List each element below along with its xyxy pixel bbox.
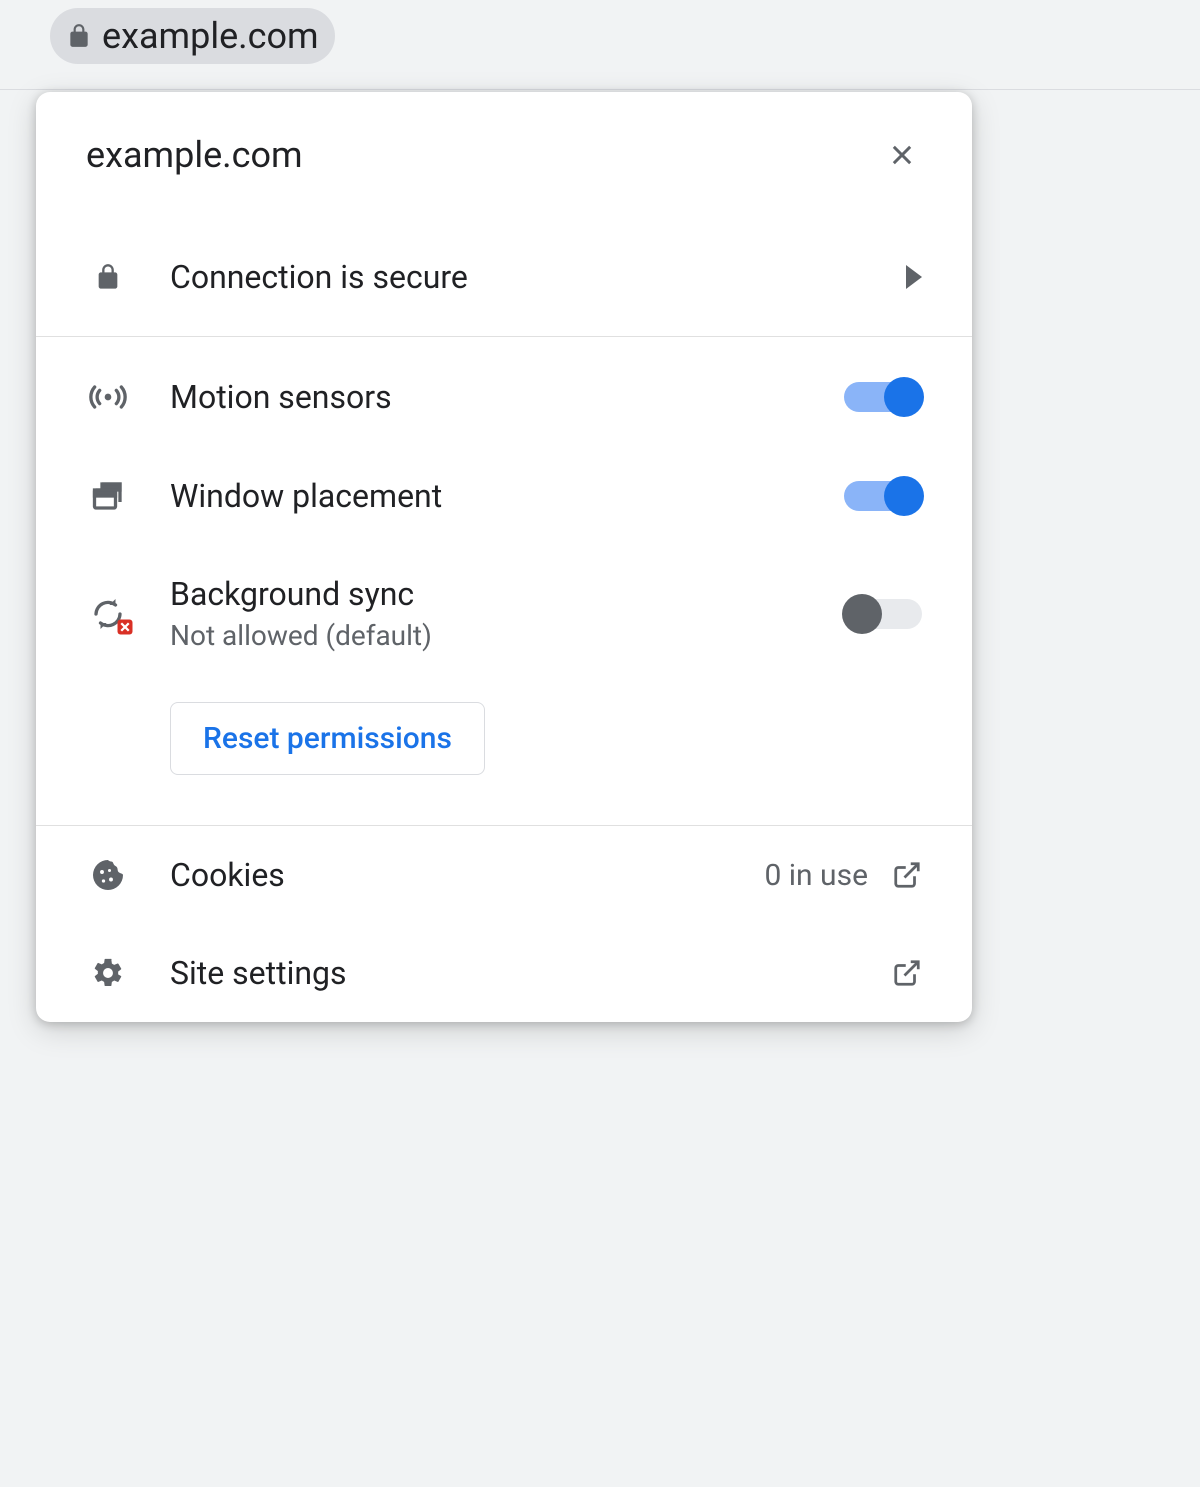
window-placement-icon — [90, 478, 126, 514]
close-icon — [888, 141, 916, 169]
permission-row-background-sync: Background sync Not allowed (default) — [36, 545, 972, 682]
external-link-icon — [892, 958, 922, 988]
permission-label: Background sync — [170, 575, 844, 613]
permission-sublabel: Not allowed (default) — [170, 619, 844, 652]
permission-label: Motion sensors — [170, 378, 844, 416]
close-button[interactable] — [882, 135, 922, 175]
gear-icon — [91, 956, 125, 990]
chevron-right-icon — [906, 265, 922, 289]
connection-label: Connection is secure — [170, 258, 906, 296]
toggle-window-placement[interactable] — [844, 481, 922, 511]
cookies-status: 0 in use — [764, 858, 868, 893]
site-settings-label: Site settings — [170, 954, 892, 992]
cookies-label: Cookies — [170, 856, 764, 894]
blocked-badge-icon — [116, 618, 134, 636]
lock-icon — [66, 20, 92, 52]
permission-row-window-placement: Window placement — [36, 447, 972, 545]
cookie-icon — [90, 857, 126, 893]
toggle-motion-sensors[interactable] — [844, 382, 922, 412]
site-info-popup: example.com Connection is secure — [36, 92, 972, 1022]
reset-permissions-button[interactable]: Reset permissions — [170, 702, 485, 775]
popup-title: example.com — [86, 134, 303, 176]
address-bar[interactable]: example.com — [50, 8, 335, 64]
permission-label: Window placement — [170, 477, 844, 515]
cookies-row[interactable]: Cookies 0 in use — [36, 826, 972, 924]
lock-icon — [94, 260, 122, 294]
toggle-background-sync[interactable] — [844, 599, 922, 629]
permission-row-motion-sensors: Motion sensors — [36, 347, 972, 447]
external-link-icon — [892, 860, 922, 890]
motion-sensors-icon — [88, 377, 128, 417]
site-settings-row[interactable]: Site settings — [36, 924, 972, 1022]
connection-row[interactable]: Connection is secure — [36, 218, 972, 336]
address-url: example.com — [102, 15, 319, 57]
